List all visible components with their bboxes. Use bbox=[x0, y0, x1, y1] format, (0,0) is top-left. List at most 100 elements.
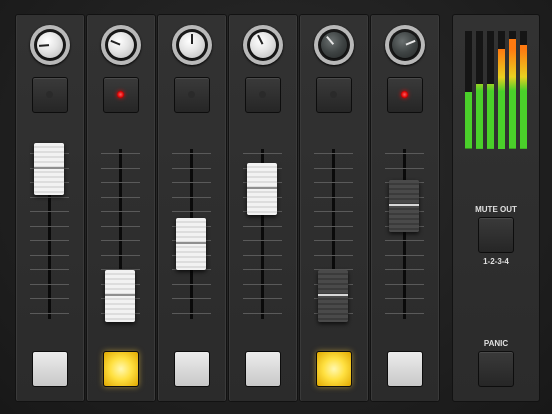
panic-label: PANIC bbox=[483, 339, 509, 348]
channel-strip-5 bbox=[299, 14, 369, 402]
fader-tick bbox=[385, 283, 424, 285]
fader-tick bbox=[30, 211, 69, 212]
mute-out-sublabel: 1-2-3-4 bbox=[483, 257, 509, 266]
fader-tick bbox=[243, 312, 282, 314]
led-indicator bbox=[188, 91, 195, 98]
channel-select-button-1[interactable] bbox=[32, 351, 68, 387]
mute-out-button[interactable] bbox=[478, 217, 514, 253]
fader-tick bbox=[30, 254, 69, 256]
channel-select-button-2[interactable] bbox=[103, 351, 139, 387]
channel-knob-5[interactable] bbox=[314, 25, 354, 65]
channel-select-button-5[interactable] bbox=[316, 351, 352, 387]
fader-tick bbox=[314, 182, 353, 183]
channel-knob-6[interactable] bbox=[385, 25, 425, 65]
channel-fader-5[interactable] bbox=[318, 269, 348, 322]
channel-fader-1[interactable] bbox=[34, 143, 64, 195]
fader-tick bbox=[243, 269, 282, 270]
fader-tick bbox=[314, 254, 353, 256]
channel-fader-6[interactable] bbox=[389, 180, 419, 233]
fader-tick bbox=[30, 298, 69, 299]
fader-tick bbox=[172, 182, 211, 183]
led-indicator bbox=[46, 91, 53, 98]
channel-fader-2[interactable] bbox=[105, 269, 135, 322]
fader-tick bbox=[314, 153, 353, 154]
fader-tick bbox=[101, 240, 140, 241]
level-meter-5 bbox=[509, 31, 516, 149]
fader-tick bbox=[385, 269, 424, 270]
panic-button[interactable] bbox=[478, 351, 514, 387]
master-panel: MUTE OUT 1-2-3-4 PANIC bbox=[452, 14, 540, 402]
channel-arm-button-6[interactable] bbox=[387, 77, 423, 113]
meter-fill bbox=[476, 84, 483, 149]
fader-tick bbox=[314, 225, 353, 227]
fader-tick bbox=[172, 153, 211, 154]
fader-tick bbox=[30, 196, 69, 198]
fader-tick bbox=[30, 312, 69, 314]
meter-fill bbox=[520, 45, 527, 149]
channel-arm-button-4[interactable] bbox=[245, 77, 281, 113]
channel-strip-4 bbox=[228, 14, 298, 402]
channel-strip-3 bbox=[157, 14, 227, 402]
fader-tick bbox=[385, 254, 424, 256]
led-indicator bbox=[117, 91, 124, 98]
fader-tick bbox=[243, 153, 282, 154]
fader-tick bbox=[172, 312, 211, 314]
fader-tick bbox=[314, 167, 353, 169]
fader-tick bbox=[172, 283, 211, 285]
fader-tick bbox=[101, 153, 140, 154]
channel-select-button-3[interactable] bbox=[174, 351, 210, 387]
channel-knob-3[interactable] bbox=[172, 25, 212, 65]
led-indicator bbox=[330, 91, 337, 98]
channel-knob-2[interactable] bbox=[101, 25, 141, 65]
channel-strip-2 bbox=[86, 14, 156, 402]
fader-track bbox=[403, 149, 406, 319]
fader-tick bbox=[385, 312, 424, 314]
fader-tick bbox=[30, 225, 69, 227]
level-meter-3 bbox=[487, 31, 494, 149]
channel-knob-4[interactable] bbox=[243, 25, 283, 65]
fader-tick bbox=[101, 254, 140, 256]
fader-tick bbox=[385, 167, 424, 169]
fader-tick bbox=[243, 254, 282, 256]
channel-fader-3[interactable] bbox=[176, 217, 206, 270]
fader-tick bbox=[101, 196, 140, 198]
fader-tick bbox=[172, 167, 211, 169]
channel-knob-1[interactable] bbox=[30, 25, 70, 65]
level-meter-2 bbox=[476, 31, 483, 149]
channel-arm-button-2[interactable] bbox=[103, 77, 139, 113]
fader-tick bbox=[243, 298, 282, 299]
fader-tick bbox=[385, 298, 424, 299]
channel-arm-button-3[interactable] bbox=[174, 77, 210, 113]
meter-fill bbox=[487, 84, 494, 149]
fader-tick bbox=[314, 240, 353, 241]
fader-tick bbox=[30, 240, 69, 241]
level-meter-4 bbox=[498, 31, 505, 149]
fader-tick bbox=[243, 240, 282, 241]
fader-tick bbox=[314, 196, 353, 198]
fader-tick bbox=[101, 211, 140, 212]
fader-tick bbox=[30, 283, 69, 285]
fader-tick bbox=[385, 153, 424, 154]
channel-select-button-6[interactable] bbox=[387, 351, 423, 387]
channel-arm-button-1[interactable] bbox=[32, 77, 68, 113]
meter-fill bbox=[498, 48, 505, 149]
fader-tick bbox=[243, 225, 282, 227]
fader-tick bbox=[101, 182, 140, 183]
channel-strip-1 bbox=[15, 14, 85, 402]
level-meter-1 bbox=[465, 31, 472, 149]
fader-tick bbox=[385, 240, 424, 241]
mute-out-label: MUTE OUT bbox=[475, 205, 517, 214]
meter-fill bbox=[509, 39, 516, 149]
channel-arm-button-5[interactable] bbox=[316, 77, 352, 113]
channel-strip-6 bbox=[370, 14, 440, 402]
meter-fill bbox=[465, 92, 472, 149]
level-meter-6 bbox=[520, 31, 527, 149]
led-indicator bbox=[401, 91, 408, 98]
fader-tick bbox=[172, 298, 211, 299]
channel-select-button-4[interactable] bbox=[245, 351, 281, 387]
led-indicator bbox=[259, 91, 266, 98]
fader-tick bbox=[101, 167, 140, 169]
fader-tick bbox=[314, 211, 353, 212]
channel-fader-4[interactable] bbox=[247, 163, 277, 216]
fader-tick bbox=[30, 269, 69, 270]
